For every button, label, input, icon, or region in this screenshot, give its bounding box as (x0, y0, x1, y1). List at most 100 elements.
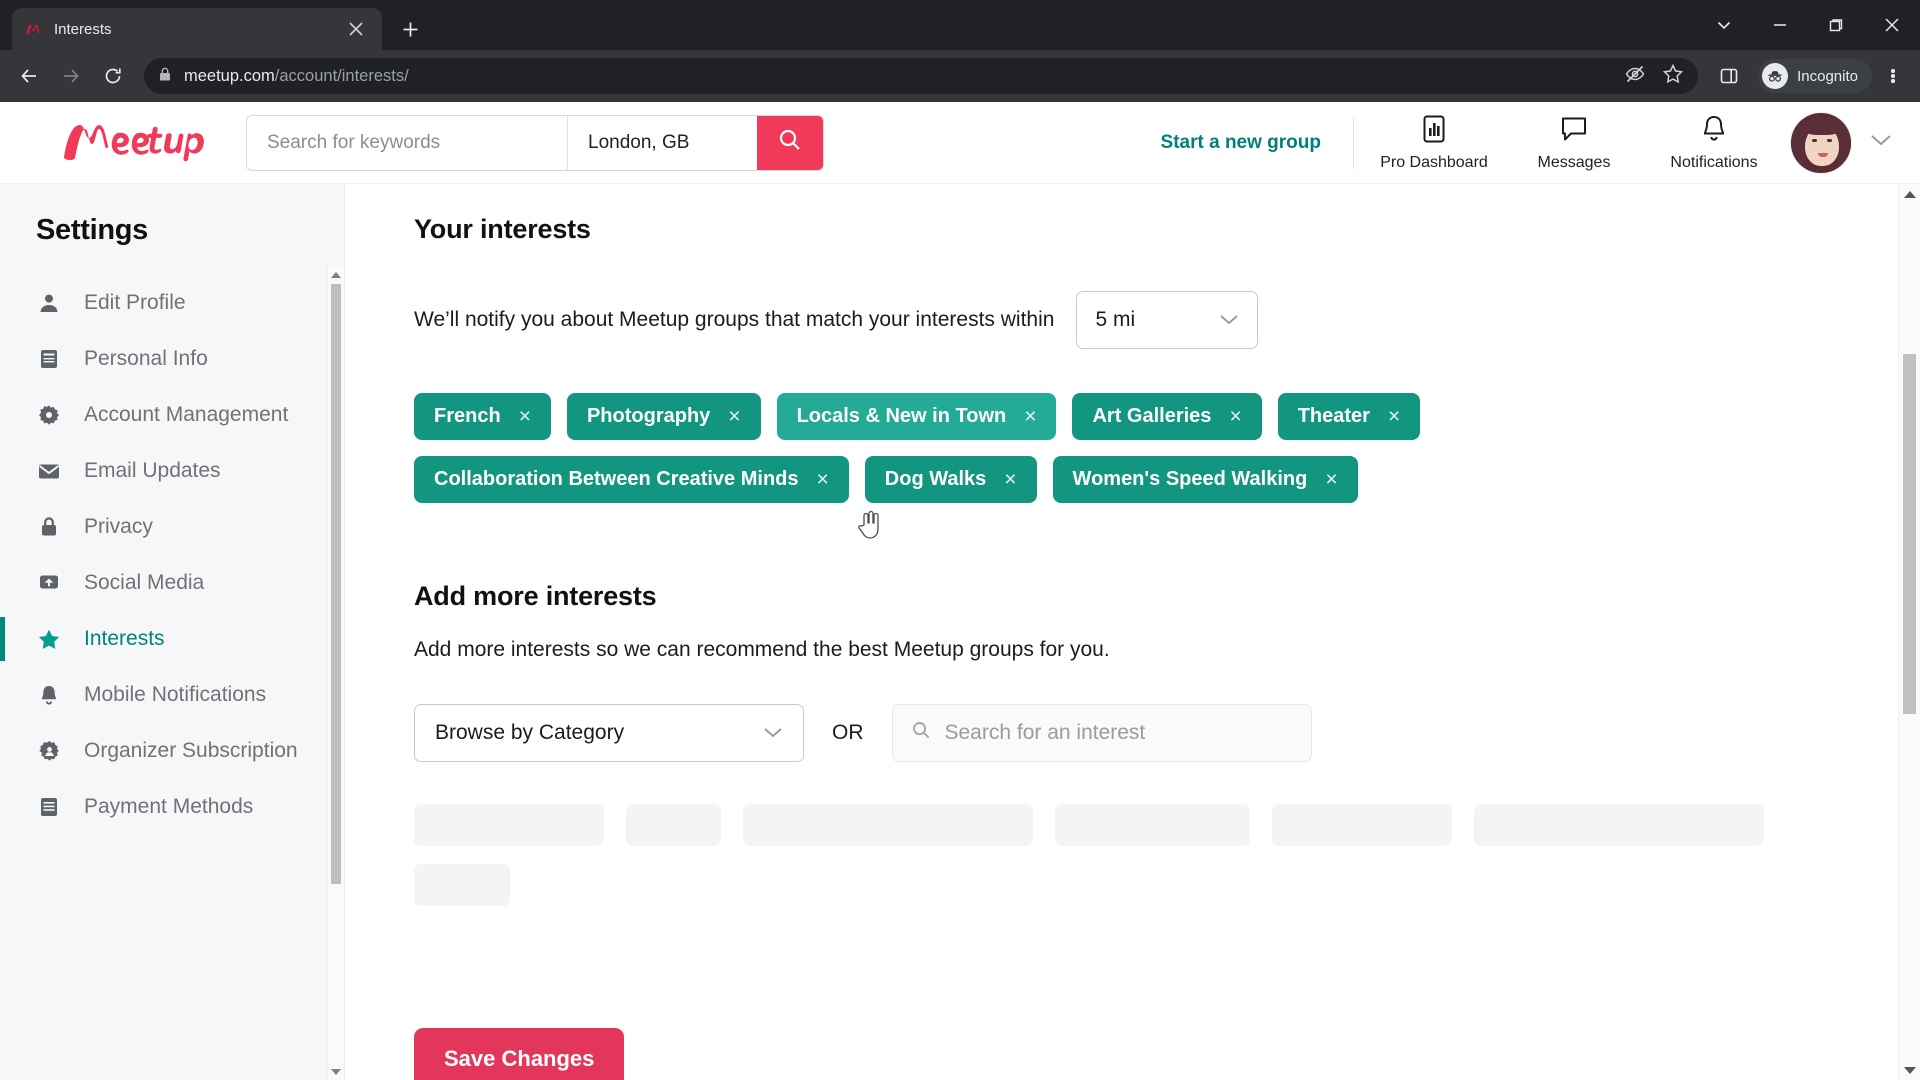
interest-search-input[interactable]: Search for an interest (891, 704, 1312, 762)
interest-chip[interactable]: Women's Speed Walking × (1052, 456, 1358, 503)
url-path: /account/interests/ (274, 66, 409, 85)
interest-chip[interactable]: Photography × (566, 393, 761, 440)
category-value: Browse by Category (435, 721, 625, 744)
side-panel-icon[interactable] (1710, 57, 1748, 95)
sidebar-item-personal-info[interactable]: Personal Info (0, 331, 344, 387)
chip-label: Collaboration Between Creative Minds (434, 468, 799, 490)
lock-icon (36, 516, 62, 538)
your-interests-heading: Your interests (414, 214, 591, 244)
page-scroll-up-arrow[interactable] (1899, 184, 1920, 204)
sidebar-item-interests[interactable]: Interests (0, 611, 344, 667)
sidebar-item-payment-methods[interactable]: Payment Methods (0, 779, 344, 835)
skeleton-item (626, 804, 721, 846)
header-item-messages[interactable]: Messages (1504, 114, 1644, 172)
search-submit-button[interactable] (757, 115, 823, 170)
sidebar-scroll-up-arrow[interactable] (328, 266, 344, 283)
chip-label: Art Galleries (1092, 405, 1212, 427)
chip-label: Theater (1297, 405, 1370, 427)
sidebar-item-label: Privacy (84, 514, 153, 538)
page-scroll-down-arrow[interactable] (1899, 1060, 1920, 1080)
tab-close-icon[interactable] (342, 15, 370, 43)
suggestions-loading-skeletons (414, 804, 1834, 906)
url-domain: meetup.com (184, 66, 275, 85)
chip-remove-icon[interactable]: × (1325, 469, 1337, 490)
sidebar-item-social-media[interactable]: Social Media (0, 555, 344, 611)
three-dot-menu-icon[interactable] (1876, 57, 1910, 95)
header-search: Search for keywords London, GB (246, 114, 824, 171)
organizer-badge-icon (36, 740, 62, 763)
header-item-label: Notifications (1670, 153, 1758, 171)
header-item-label: Messages (1537, 153, 1611, 171)
sidebar-scroll-thumb[interactable] (331, 284, 341, 884)
sidebar-item-mobile-notifications[interactable]: Mobile Notifications (0, 667, 344, 723)
distance-select[interactable]: 5 mi (1076, 291, 1259, 349)
sidebar-item-label: Mobile Notifications (84, 682, 267, 706)
sidebar-item-label: Email Updates (84, 458, 221, 482)
incognito-indicator[interactable]: Incognito (1758, 59, 1872, 93)
interest-chip[interactable]: French × (414, 393, 551, 440)
meetup-logo[interactable] (56, 117, 206, 169)
chip-remove-icon[interactable]: × (1229, 406, 1241, 427)
chevron-down-icon[interactable] (1870, 133, 1892, 152)
lock-icon (158, 66, 172, 87)
sidebar-item-edit-profile[interactable]: Edit Profile (0, 275, 344, 331)
chip-label: Locals & New in Town (796, 405, 1007, 427)
tab-strip: Interests (0, 0, 1920, 50)
sidebar-item-email-updates[interactable]: Email Updates (0, 443, 344, 499)
gear-icon (36, 404, 62, 426)
chip-remove-icon[interactable]: × (1024, 406, 1036, 427)
header-item-pro-dashboard[interactable]: Pro Dashboard (1364, 114, 1504, 172)
page-viewport: Search for keywords London, GB Start a n… (0, 102, 1920, 1080)
skeleton-item (743, 804, 1033, 846)
omnibox-actions (1624, 63, 1684, 90)
chip-remove-icon[interactable]: × (817, 469, 829, 490)
address-bar[interactable]: meetup.com/account/interests/ (144, 58, 1699, 94)
sidebar-item-label: Interests (84, 626, 165, 650)
chip-remove-icon[interactable]: × (1388, 406, 1400, 427)
sidebar-item-label: Social Media (84, 570, 205, 594)
chip-remove-icon[interactable]: × (519, 406, 531, 427)
sidebar-item-account-management[interactable]: Account Management (0, 387, 344, 443)
save-changes-button[interactable]: Save Changes (414, 1028, 625, 1080)
skeleton-item (1272, 804, 1452, 846)
sidebar-item-organizer-subscription[interactable]: Organizer Subscription (0, 723, 344, 779)
sidebar-item-privacy[interactable]: Privacy (0, 499, 344, 555)
start-a-new-group-link[interactable]: Start a new group (1161, 132, 1353, 154)
sidebar-scrollbar[interactable] (327, 266, 344, 1080)
search-icon (911, 720, 931, 746)
browser-window: Interests meetup.com/account/interests/ … (0, 0, 1920, 1080)
back-arrow-icon[interactable] (10, 57, 48, 95)
chip-remove-icon[interactable]: × (728, 406, 740, 427)
window-controls (1696, 0, 1920, 50)
chevron-down-icon (1219, 308, 1239, 332)
sidebar-item-label: Personal Info (84, 346, 208, 370)
location-search-input[interactable]: London, GB (567, 115, 757, 170)
tab-search-icon[interactable] (1696, 0, 1752, 50)
avatar[interactable] (1790, 111, 1852, 174)
interest-chip[interactable]: Art Galleries × (1072, 393, 1262, 440)
header-item-notifications[interactable]: Notifications (1644, 114, 1784, 172)
incognito-icon (1762, 63, 1789, 89)
interest-chip[interactable]: Theater × (1277, 393, 1421, 440)
reload-icon[interactable] (94, 57, 132, 95)
new-tab-button[interactable] (396, 15, 424, 43)
chevron-down-icon (763, 721, 783, 745)
interest-chip[interactable]: Dog Walks × (864, 456, 1037, 503)
keyword-search-input[interactable]: Search for keywords (247, 116, 567, 170)
star-icon[interactable] (1662, 63, 1684, 90)
page-scroll-thumb[interactable] (1903, 354, 1916, 714)
interest-chip[interactable]: Collaboration Between Creative Minds × (414, 456, 849, 503)
sidebar-scroll-down-arrow[interactable] (328, 1063, 344, 1080)
social-icon (36, 573, 62, 593)
eye-slash-icon[interactable] (1624, 63, 1646, 90)
forward-arrow-icon[interactable] (52, 57, 90, 95)
chip-remove-icon[interactable]: × (1004, 469, 1016, 490)
page-scrollbar[interactable] (1898, 184, 1920, 1080)
browser-tab[interactable]: Interests (12, 8, 382, 50)
minimize-icon[interactable] (1752, 0, 1808, 50)
maximize-icon[interactable] (1808, 0, 1864, 50)
interest-chip[interactable]: Locals & New in Town × (776, 393, 1057, 440)
window-close-icon[interactable] (1864, 0, 1920, 50)
or-label: OR (832, 721, 864, 744)
browse-by-category-select[interactable]: Browse by Category (414, 704, 804, 762)
